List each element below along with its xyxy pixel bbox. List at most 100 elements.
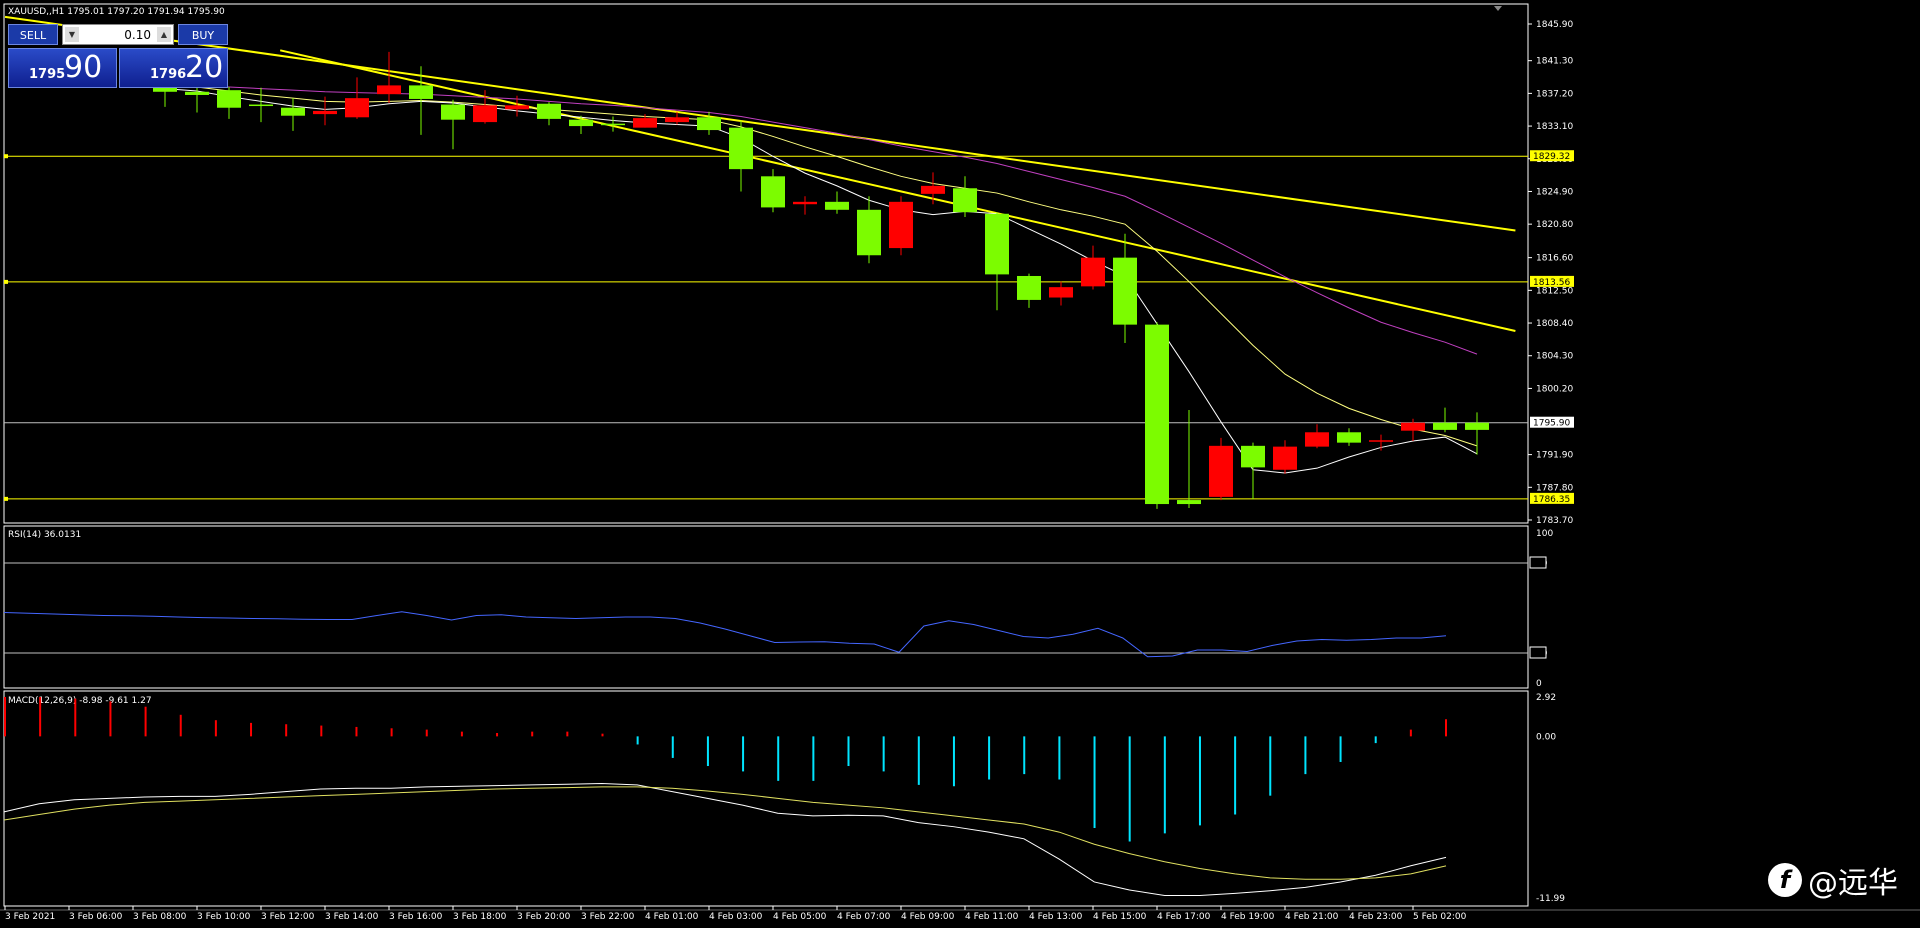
sell-price-big: 90 — [64, 50, 103, 85]
candle-bull — [1337, 432, 1361, 443]
sell-price-button[interactable]: 1795 90 — [8, 48, 117, 88]
time-tick-label: 4 Feb 13:00 — [1029, 912, 1083, 922]
macd-main-line — [3, 783, 1447, 896]
time-tick-label: 5 Feb 02:00 — [1413, 912, 1467, 922]
candle-bear — [313, 110, 337, 115]
macd-tick-label: -11.99 — [1536, 894, 1565, 904]
price-label-text: 1795.90 — [1533, 419, 1570, 429]
chart-shift-marker-icon — [1494, 6, 1502, 11]
time-tick-label: 4 Feb 17:00 — [1157, 912, 1211, 922]
panel-frame-2 — [3, 690, 1529, 907]
time-tick-label: 3 Feb 12:00 — [261, 912, 315, 922]
price-tick-label: 1816.60 — [1536, 254, 1573, 264]
time-tick-label: 3 Feb 14:00 — [325, 912, 379, 922]
macd-tick-label: 2.92 — [1536, 693, 1556, 703]
candle-bull — [249, 104, 273, 107]
trendline-upper — [4, 15, 1516, 232]
candle-bull — [281, 107, 305, 116]
candle-bull — [1433, 422, 1457, 430]
candle-bull — [185, 91, 209, 95]
candle-bull — [1177, 500, 1201, 505]
candle-bull — [825, 201, 849, 210]
one-click-trade-panel: SELL ▼ ▲ BUY 1795 90 1796 20 — [8, 23, 228, 89]
buy-price-big: 20 — [185, 50, 224, 85]
watermark-text: @远华 — [1808, 866, 1898, 901]
rsi-line — [3, 611, 1447, 658]
sell-price-small: 1795 — [29, 67, 66, 82]
candle-bear — [473, 105, 497, 123]
price-tick-label: 1841.30 — [1536, 57, 1573, 67]
symbol-header: XAUUSD,,H1 1795.01 1797.20 1791.94 1795.… — [8, 7, 225, 17]
time-tick-label: 4 Feb 03:00 — [709, 912, 763, 922]
candle-bull — [1113, 257, 1137, 325]
rsi-level-box — [1529, 556, 1547, 569]
level-anchor-marker — [4, 496, 8, 501]
candle-bear — [889, 201, 913, 249]
macd-title: MACD(12,26,9) -8.98 -9.61 1.27 — [8, 696, 152, 706]
watermark: f @远华 — [1768, 858, 1898, 902]
time-tick-label: 4 Feb 21:00 — [1285, 912, 1339, 922]
time-tick-label: 4 Feb 11:00 — [965, 912, 1019, 922]
lot-size-control: ▼ ▲ — [62, 24, 174, 45]
price-tick-label: 1820.80 — [1536, 220, 1573, 230]
candle-bull — [217, 90, 241, 108]
ma-slow-line — [164, 82, 1478, 447]
level-anchor-marker — [4, 154, 8, 159]
candle-bull — [857, 209, 881, 256]
price-tick-label: 1808.40 — [1536, 319, 1573, 329]
level-anchor-marker — [4, 279, 8, 284]
price-tick-label: 1837.20 — [1536, 89, 1573, 99]
price-label-text: 1829.32 — [1533, 152, 1570, 162]
time-tick-label: 3 Feb 18:00 — [453, 912, 507, 922]
candle-bull — [409, 85, 433, 99]
buy-button[interactable]: BUY — [178, 24, 228, 45]
candle-bear — [921, 185, 945, 194]
rsi-title: RSI(14) 36.0131 — [8, 530, 81, 540]
price-tick-label: 1791.90 — [1536, 451, 1573, 461]
buy-price-button[interactable]: 1796 20 — [119, 48, 228, 88]
time-tick-label: 3 Feb 08:00 — [133, 912, 187, 922]
candle-bear — [345, 98, 369, 118]
time-tick-label: 4 Feb 05:00 — [773, 912, 827, 922]
candle-bear — [633, 118, 657, 128]
candle-bear — [793, 201, 817, 205]
candle-bull — [761, 176, 785, 208]
time-tick-label: 3 Feb 20:00 — [517, 912, 571, 922]
candle-bull — [569, 119, 593, 127]
price-tick-label: 1800.20 — [1536, 384, 1573, 394]
time-tick-label: 3 Feb 22:00 — [581, 912, 635, 922]
rsi-tick-label: 0 — [1536, 679, 1542, 689]
candle-bear — [665, 117, 689, 123]
sell-button[interactable]: SELL — [8, 24, 58, 45]
price-tick-label: 1824.90 — [1536, 187, 1573, 197]
candle-bull — [985, 213, 1009, 275]
lot-increase-icon[interactable]: ▲ — [157, 27, 171, 42]
candle-bull — [1017, 275, 1041, 300]
candle-bear — [1081, 257, 1105, 287]
price-label-text: 1786.35 — [1533, 495, 1570, 505]
time-tick-label: 3 Feb 06:00 — [69, 912, 123, 922]
buy-price-small: 1796 — [150, 67, 187, 82]
candle-bear — [1401, 422, 1425, 431]
time-tick-label: 3 Feb 2021 — [5, 912, 55, 922]
candle-bull — [953, 188, 977, 213]
candle-bull — [1465, 422, 1489, 430]
price-chart-canvas[interactable]: 1845.901841.301837.201833.101829.001824.… — [0, 0, 1920, 928]
lot-size-input[interactable] — [83, 26, 151, 43]
time-tick-label: 3 Feb 10:00 — [197, 912, 251, 922]
price-tick-label: 1783.70 — [1536, 516, 1573, 526]
panel-frame-0 — [3, 3, 1529, 524]
price-tick-label: 1833.10 — [1536, 122, 1573, 132]
brand-logo-icon: f — [1768, 863, 1802, 897]
candle-bull — [537, 103, 561, 119]
price-tick-label: 1845.90 — [1536, 20, 1573, 30]
time-tick-label: 4 Feb 07:00 — [837, 912, 891, 922]
candle-bear — [1273, 446, 1297, 470]
candle-bull — [697, 117, 721, 131]
candle-bull — [1241, 445, 1265, 468]
panel-frame-1 — [3, 525, 1529, 689]
candle-bull — [1145, 324, 1169, 505]
ma-purple-line — [164, 83, 1478, 355]
lot-decrease-icon[interactable]: ▼ — [65, 27, 79, 42]
ma-fast-line — [164, 88, 1478, 474]
